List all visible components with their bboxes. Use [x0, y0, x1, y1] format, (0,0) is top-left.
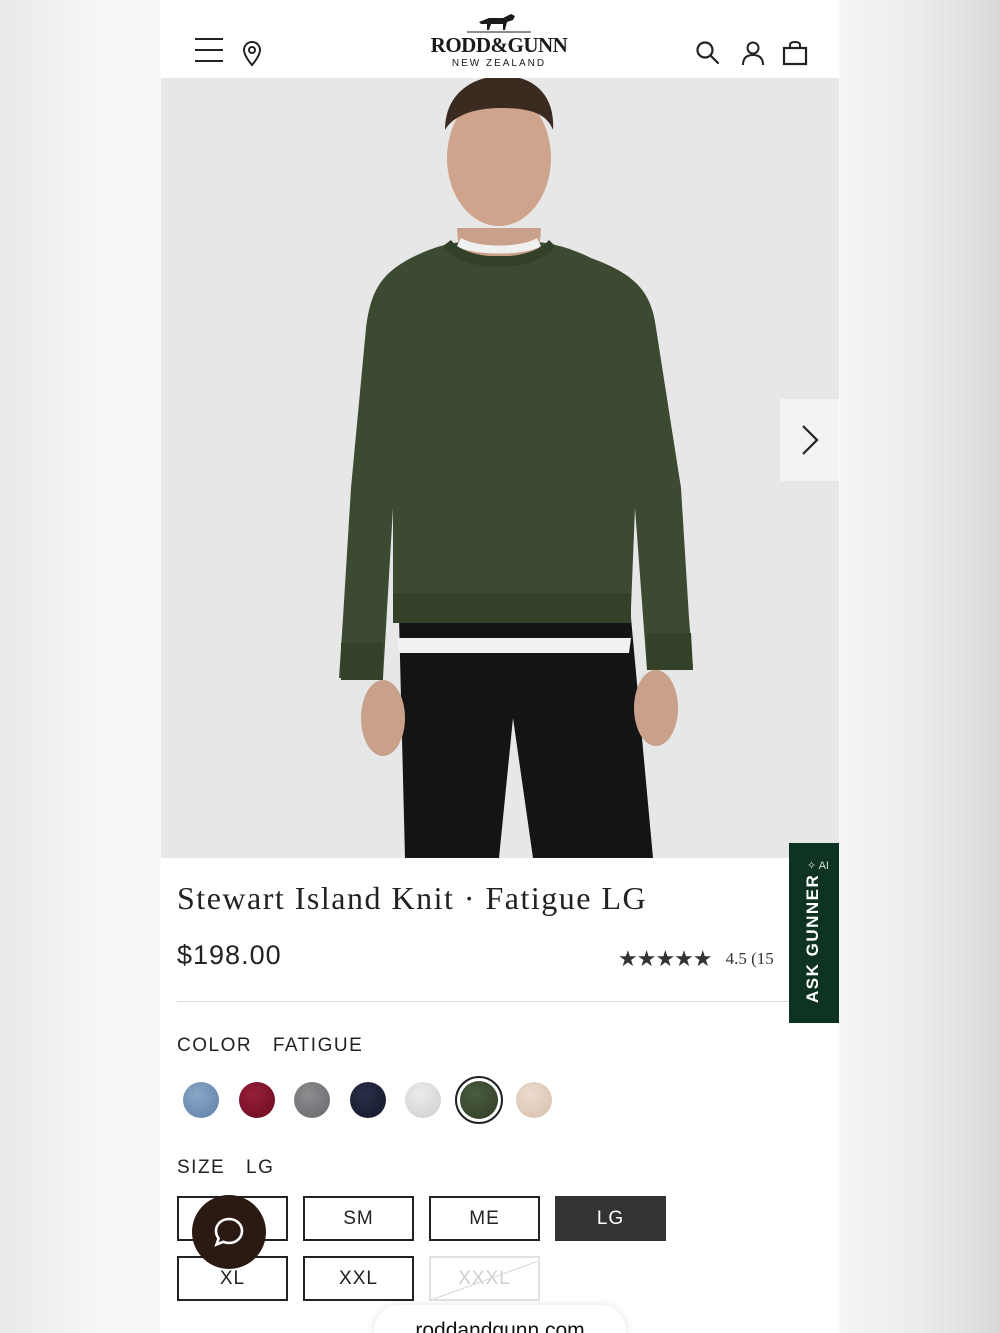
rating-text: 4.5 (15: [725, 949, 774, 968]
product-image[interactable]: [161, 78, 839, 858]
size-button-me[interactable]: ME: [429, 1196, 540, 1241]
chat-icon: [214, 1217, 244, 1247]
swatch-oatmeal[interactable]: [516, 1078, 572, 1122]
search-icon[interactable]: [695, 40, 721, 66]
menu-icon[interactable]: [195, 38, 223, 64]
color-swatches: [183, 1076, 572, 1124]
color-label-row: COLOR FATIGUE: [177, 1035, 363, 1057]
size-label: SIZE: [177, 1157, 226, 1178]
color-label: COLOR: [177, 1035, 253, 1056]
browser-url-bar[interactable]: roddandgunn.com: [374, 1305, 626, 1333]
size-button-xxxl: XXXL: [429, 1256, 540, 1301]
swatch-grey[interactable]: [294, 1078, 350, 1122]
chevron-right-icon: [801, 425, 819, 455]
logo-wordmark: RODD&GUNN: [430, 33, 568, 57]
brand-logo[interactable]: RODD&GUNN NEW ZEALAND: [399, 8, 599, 69]
dog-logo-icon: [467, 14, 531, 33]
size-button-lg[interactable]: LG: [555, 1196, 666, 1241]
swatch-light-grey[interactable]: [405, 1078, 461, 1122]
phone-viewport: RODD&GUNN NEW ZEALAND Stewart Island Kni…: [161, 0, 839, 1333]
size-button-xxl[interactable]: XXL: [303, 1256, 414, 1301]
swatch-navy[interactable]: [349, 1078, 406, 1122]
size-button-sm[interactable]: SM: [303, 1196, 414, 1241]
bag-icon[interactable]: [782, 40, 808, 66]
product-rating[interactable]: ★★★★★ 4.5 (15: [618, 946, 788, 972]
ai-badge: ✧ AI: [806, 860, 829, 872]
ask-gunner-label: ASK GUNNER: [803, 873, 822, 1003]
size-selected-value: LG: [246, 1157, 275, 1178]
divider: [177, 1001, 823, 1002]
next-image-button[interactable]: [780, 399, 839, 481]
swatch-fatigue-selected[interactable]: [454, 1076, 517, 1124]
account-icon[interactable]: [740, 40, 766, 66]
product-title: Stewart Island Knit · Fatigue LG: [177, 880, 648, 916]
site-header: RODD&GUNN NEW ZEALAND: [161, 0, 839, 78]
size-label-row: SIZE LG: [177, 1157, 274, 1179]
color-selected-value: FATIGUE: [272, 1035, 364, 1056]
rating-stars: ★★★★★: [618, 946, 713, 971]
location-icon[interactable]: [241, 40, 263, 68]
model-illustration: [161, 78, 839, 858]
swatch-burgundy[interactable]: [238, 1078, 295, 1122]
swatch-blue[interactable]: [183, 1078, 239, 1122]
logo-subtitle: NEW ZEALAND: [451, 58, 547, 69]
ask-gunner-tab[interactable]: ✧ AI ASK GUNNER: [789, 843, 839, 1023]
product-price: $198.00: [177, 940, 282, 970]
chat-button[interactable]: [192, 1195, 266, 1269]
